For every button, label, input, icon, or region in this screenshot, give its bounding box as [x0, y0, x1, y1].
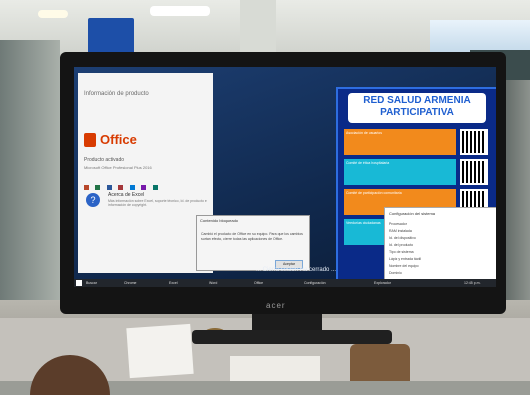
system-info-row: RAM instalada — [389, 229, 412, 233]
question-icon[interactable]: ? — [86, 193, 100, 207]
poster-title-line2: PARTICIPATIVA — [380, 107, 454, 118]
paper-sheet — [230, 356, 320, 381]
system-info-row: Lápiz y entrada táctil — [389, 257, 422, 261]
access-icon — [118, 185, 124, 190]
pillar — [240, 0, 276, 60]
left-partition — [0, 40, 60, 310]
poster-title-line1: RED SALUD ARMENIA — [363, 95, 471, 106]
poster-row-text: Asociación de usuarios — [346, 131, 382, 135]
system-info-row: Nombre del equipo — [389, 264, 419, 268]
publisher-icon — [152, 185, 158, 190]
dialog-title: Contenido bloqueado — [200, 218, 239, 223]
qr-code-icon — [460, 159, 488, 185]
taskbar-item[interactable]: Configuración — [304, 280, 326, 286]
about-excel-title[interactable]: Acerca de Excel — [108, 192, 144, 198]
poster-row: Comité de ética hospitalaria — [344, 159, 456, 185]
poster-row-text: Veedurías ciudadanas — [346, 221, 381, 225]
about-excel-text: Más información sobre Excel, soporte téc… — [108, 199, 207, 207]
taskbar-item[interactable]: Word — [209, 280, 217, 286]
ceiling-light — [38, 10, 68, 18]
cup — [350, 344, 410, 381]
monitor-stand-base — [192, 330, 392, 344]
outlook-icon — [129, 185, 135, 190]
system-info-title: Configuración del sistema — [389, 211, 436, 216]
dialog-body: Cambió el producto de Office en su equip… — [201, 232, 303, 241]
system-info-row: Dominio — [389, 271, 402, 275]
poster-row: Asociación de usuarios — [344, 129, 456, 155]
powerpoint-icon — [84, 185, 89, 190]
monitor-brand-logo: acer — [266, 301, 286, 310]
taskbar-item[interactable]: Chrome — [124, 280, 136, 286]
taskbar: Buscar Chrome Excel Word Office Configur… — [74, 279, 496, 287]
ceiling-light — [150, 6, 210, 16]
office-heading: Información de producto — [84, 91, 149, 97]
taskbar-item[interactable]: Office — [254, 280, 263, 286]
windows-start-icon[interactable] — [76, 280, 82, 286]
system-info-row: Id. del producto — [389, 243, 414, 247]
excel-icon — [95, 185, 101, 190]
office-brand: Office — [100, 132, 137, 147]
system-info-row: Tipo de sistema — [389, 250, 414, 254]
poster-title: RED SALUD ARMENIA PARTICIPATIVA — [348, 93, 486, 123]
office-activated-label: Producto activado — [84, 157, 125, 163]
system-info-row: Id. del dispositivo — [389, 236, 416, 240]
taskbar-item[interactable]: Excel — [169, 280, 178, 286]
taskbar-clock[interactable]: 12:45 p.m. — [464, 280, 481, 286]
office-product-window: Información de producto Office Producto … — [78, 73, 213, 273]
qr-code-icon — [460, 129, 488, 155]
system-info-row: Procesador — [389, 222, 407, 226]
office-logo-icon — [84, 133, 96, 147]
poster-row-text: Comité de participación comunitaria — [346, 191, 402, 195]
office-product-name: Microsoft Office Profesional Plus 2016 — [84, 165, 152, 170]
taskbar-item[interactable]: Explorador — [374, 280, 391, 286]
onenote-icon — [141, 185, 147, 190]
taskbar-item[interactable]: Buscar — [86, 280, 97, 286]
poster-row-text: Comité de ética hospitalaria — [346, 161, 390, 165]
office-dialog: Contenido bloqueado Cambió el producto d… — [196, 215, 310, 271]
monitor-screen: Información de producto Office Producto … — [74, 67, 496, 287]
word-icon — [106, 185, 112, 190]
desktop-overlay-text: ... Cierra sesión Ha cerrado ... — [256, 267, 337, 273]
system-info-window: Configuración del sistema Procesador RAM… — [384, 207, 496, 287]
paper-sheet — [126, 323, 194, 379]
